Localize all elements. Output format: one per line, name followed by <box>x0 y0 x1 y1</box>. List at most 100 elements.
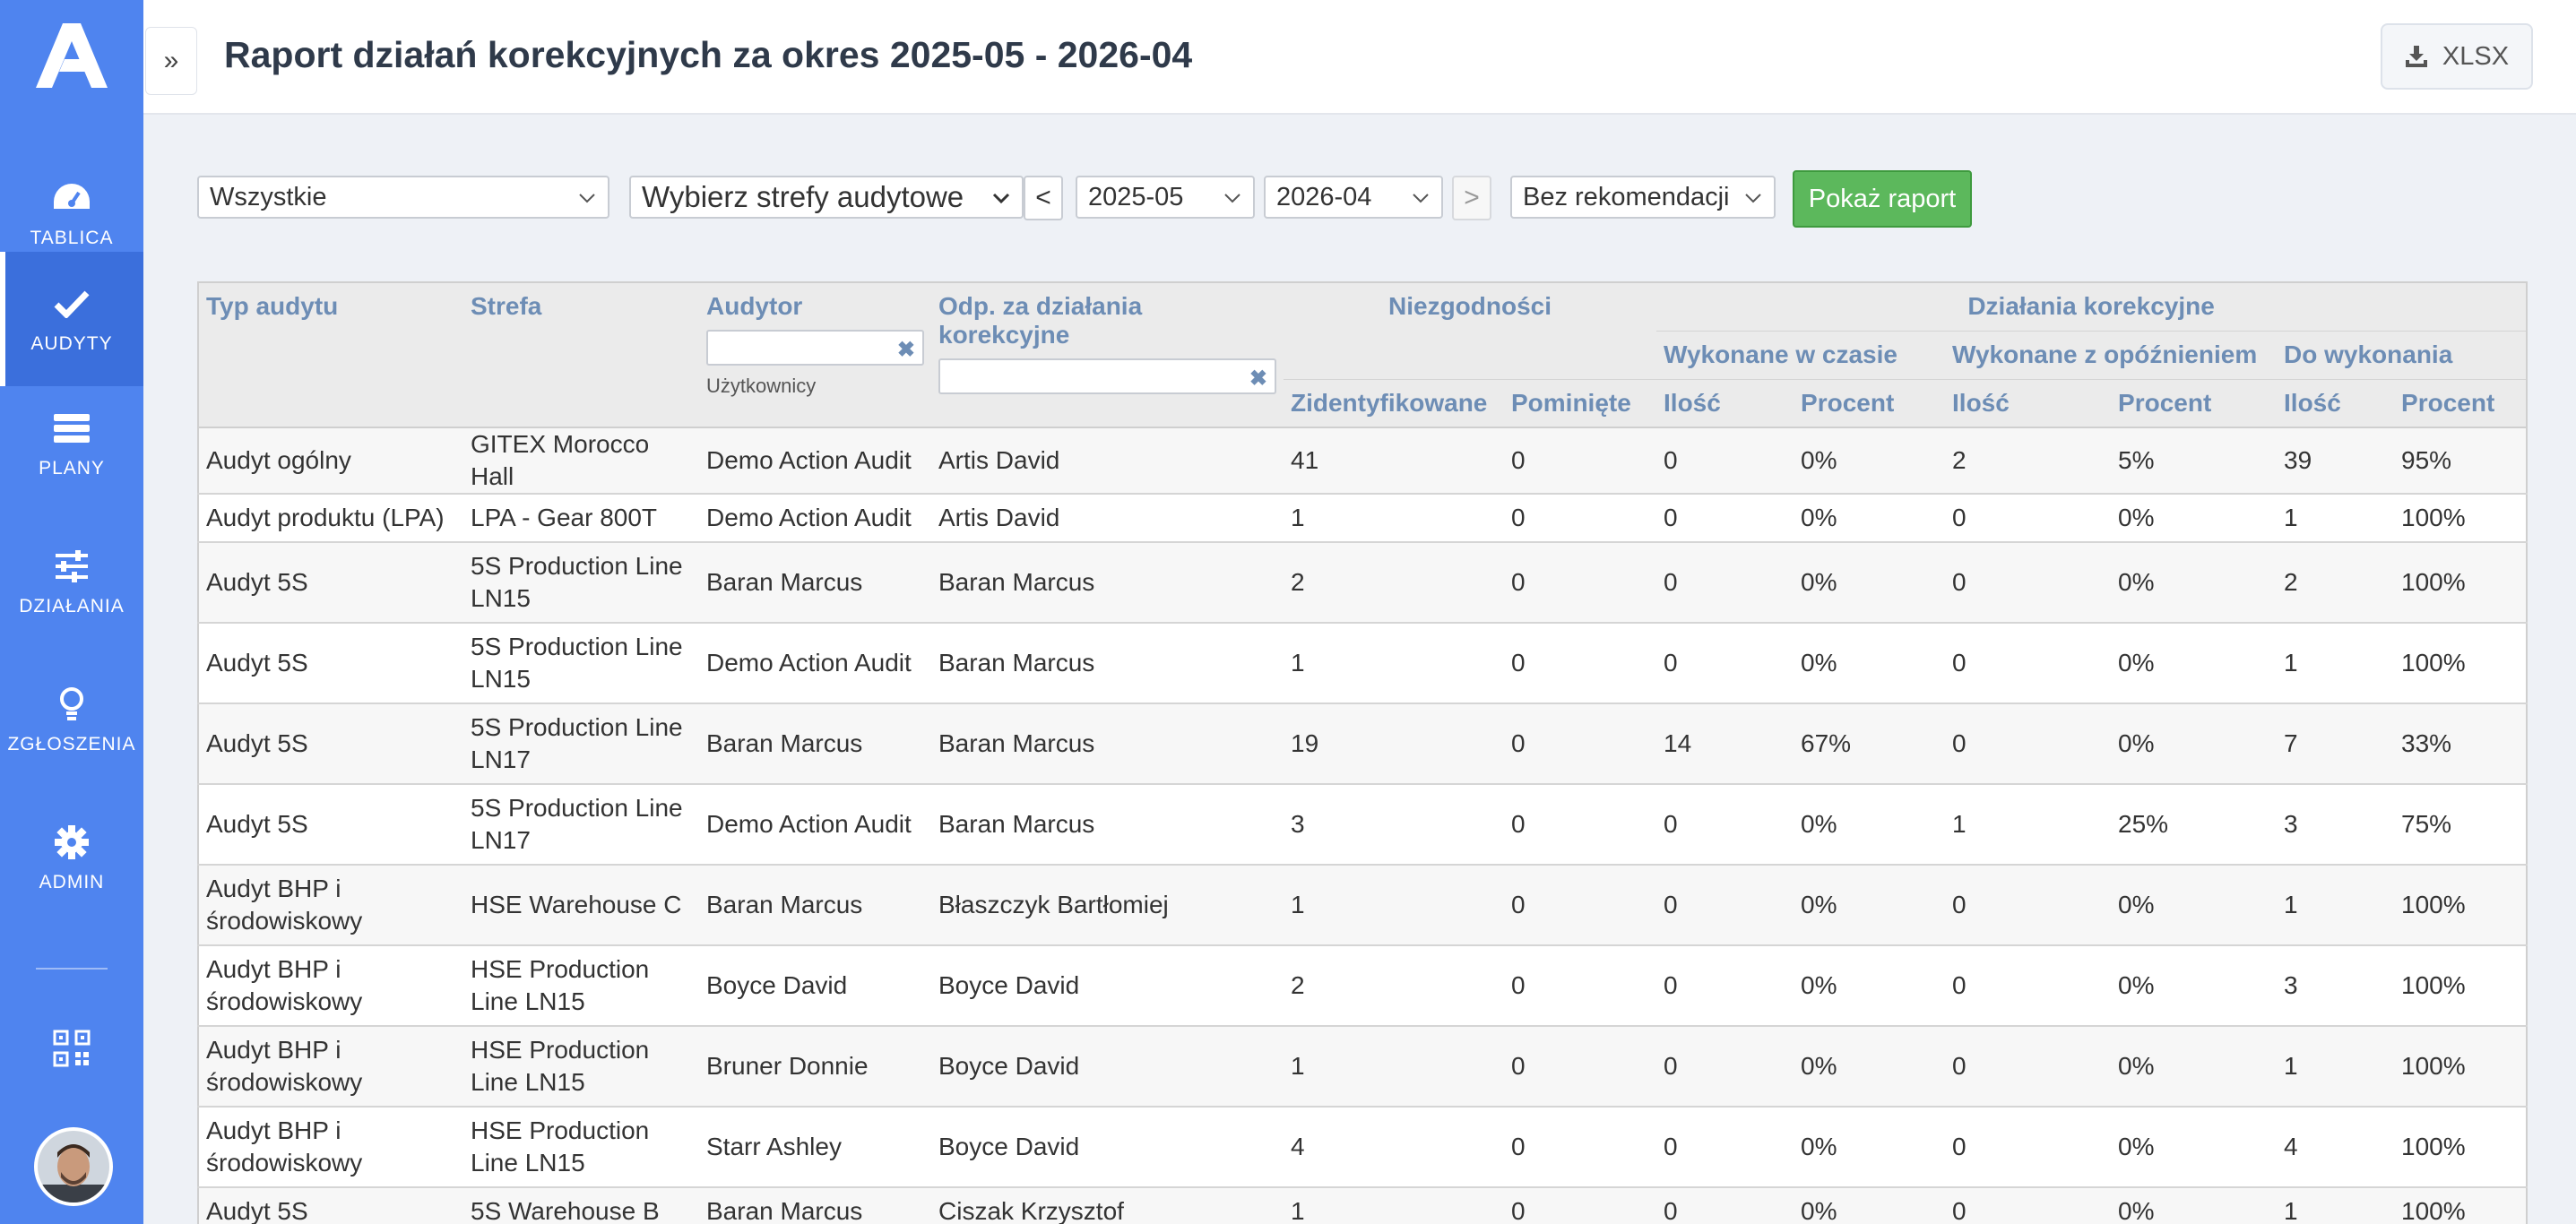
nav-item-plany[interactable]: PLANY <box>0 376 143 511</box>
avatar[interactable] <box>34 1127 113 1206</box>
sidebar: TABLICA AUDYTY PLANY DZIAŁANIA ZGŁOSZENI… <box>0 0 143 1224</box>
show-report-button[interactable]: Pokaż raport <box>1793 170 1972 228</box>
date-from-select[interactable]: 2025-05 <box>1076 176 1255 219</box>
clear-icon[interactable]: ✖ <box>897 337 915 363</box>
auditor-filter-input[interactable]: ✖ <box>706 330 924 366</box>
header-responsible-label[interactable]: Odp. za działania korekcyjne <box>938 292 1142 349</box>
cell-audit-type: Audyt BHP i środowiskowy <box>198 945 463 1027</box>
lightbulb-icon <box>51 684 92 725</box>
cell-todo-qty: 1 <box>2277 1026 2395 1108</box>
header-on-time-qty[interactable]: Ilość <box>1656 379 1794 428</box>
table-row: Audyt 5S 5S Production Line LN15 Baran M… <box>198 542 2528 624</box>
table-row: Audyt BHP i środowiskowy HSE Production … <box>198 945 2528 1027</box>
cell-on-time-qty: 0 <box>1656 494 1794 543</box>
cell-delayed-qty: 0 <box>1945 494 2112 543</box>
recommendation-select[interactable]: Bez rekomendacji <box>1510 176 1776 219</box>
header-delayed-pct[interactable]: Procent <box>2111 379 2278 428</box>
cell-zone: HSE Production Line LN15 <box>463 945 699 1027</box>
cell-todo-pct: 33% <box>2394 703 2528 785</box>
cell-todo-pct: 100% <box>2394 623 2528 704</box>
header-audit-type[interactable]: Typ audytu <box>198 282 463 428</box>
cell-on-time-pct: 67% <box>1794 703 1946 785</box>
cell-delayed-pct: 25% <box>2111 784 2278 866</box>
cell-audit-type: Audyt 5S <box>198 623 463 704</box>
gear-icon <box>51 822 92 863</box>
sidebar-toggle-button[interactable]: » <box>145 27 197 95</box>
clear-icon[interactable]: ✖ <box>1249 366 1267 392</box>
next-period-button[interactable]: > <box>1452 176 1491 220</box>
header-on-time-pct[interactable]: Procent <box>1794 379 1946 428</box>
cell-todo-qty: 4 <box>2277 1107 2395 1188</box>
cell-zone: LPA - Gear 800T <box>463 494 699 543</box>
nav-label: ZGŁOSZENIA <box>7 734 136 754</box>
audit-zones-select[interactable]: Wybierz strefy audytowe <box>629 176 1024 219</box>
cell-responsible: Baran Marcus <box>931 784 1284 866</box>
header-auditor-label[interactable]: Audytor <box>706 292 802 320</box>
responsible-filter-input[interactable]: ✖ <box>938 358 1276 394</box>
cell-skipped: 0 <box>1504 703 1657 785</box>
cell-responsible: Boyce David <box>931 945 1284 1027</box>
cell-audit-type: Audyt produktu (LPA) <box>198 494 463 543</box>
cell-delayed-pct: 0% <box>2111 623 2278 704</box>
cell-delayed-qty: 0 <box>1945 1026 2112 1108</box>
nav-item-dzialania[interactable]: DZIAŁANIA <box>0 514 143 649</box>
cell-on-time-qty: 0 <box>1656 1107 1794 1188</box>
nav-item-zgloszenia[interactable]: ZGŁOSZENIA <box>0 652 143 787</box>
cell-auditor: Baran Marcus <box>699 542 931 624</box>
cell-delayed-pct: 5% <box>2111 427 2278 495</box>
export-xlsx-button[interactable]: XLSX <box>2381 23 2533 90</box>
cell-todo-pct: 100% <box>2394 945 2528 1027</box>
table-row: Audyt 5S 5S Production Line LN15 Demo Ac… <box>198 623 2528 704</box>
cell-zone: GITEX Morocco Hall <box>463 427 699 495</box>
cell-delayed-qty: 0 <box>1945 1107 2112 1188</box>
cell-todo-qty: 3 <box>2277 945 2395 1027</box>
cell-audit-type: Audyt BHP i środowiskowy <box>198 865 463 946</box>
cell-on-time-qty: 0 <box>1656 784 1794 866</box>
header-identified[interactable]: Zidentyfikowane <box>1284 379 1504 428</box>
header-todo-qty[interactable]: Ilość <box>2277 379 2395 428</box>
nav-item-admin[interactable]: ADMIN <box>0 790 143 925</box>
cell-todo-qty: 39 <box>2277 427 2395 495</box>
nav-item-audyty[interactable]: AUDYTY <box>0 252 143 386</box>
date-to-select[interactable]: 2026-04 <box>1264 176 1443 219</box>
cell-skipped: 0 <box>1504 542 1657 624</box>
list-icon <box>51 408 92 449</box>
cell-identified: 2 <box>1284 945 1504 1027</box>
cell-on-time-pct: 0% <box>1794 1107 1946 1188</box>
nav-label: TABLICA <box>30 228 114 248</box>
cell-skipped: 0 <box>1504 623 1657 704</box>
cell-identified: 4 <box>1284 1107 1504 1188</box>
header-todo-pct[interactable]: Procent <box>2394 379 2528 428</box>
cell-responsible: Baran Marcus <box>931 703 1284 785</box>
cell-audit-type: Audyt BHP i środowiskowy <box>198 1026 463 1108</box>
checkmark-icon <box>51 283 92 324</box>
cell-delayed-qty: 1 <box>1945 784 2112 866</box>
audit-type-select[interactable]: Wszystkie <box>197 176 609 219</box>
cell-identified: 3 <box>1284 784 1504 866</box>
audit-zones-value: Wybierz strefy audytowe <box>642 180 964 213</box>
app-logo[interactable] <box>36 23 108 88</box>
cell-responsible: Błaszczyk Bartłomiej <box>931 865 1284 946</box>
header-delayed-qty[interactable]: Ilość <box>1945 379 2112 428</box>
cell-zone: 5S Production Line LN15 <box>463 623 699 704</box>
chevron-down-icon <box>992 193 1010 204</box>
cell-responsible: Baran Marcus <box>931 542 1284 624</box>
cell-todo-qty: 7 <box>2277 703 2395 785</box>
cell-on-time-pct: 0% <box>1794 623 1946 704</box>
cell-responsible: Artis David <box>931 427 1284 495</box>
header-nonconformities: Niezgodności <box>1284 282 1657 380</box>
qr-code-icon[interactable] <box>52 1029 91 1068</box>
table-row: Audyt 5S 5S Production Line LN17 Demo Ac… <box>198 784 2528 866</box>
chevron-down-icon <box>1224 194 1240 203</box>
header-zone[interactable]: Strefa <box>463 282 699 428</box>
cell-todo-pct: 100% <box>2394 494 2528 543</box>
cell-audit-type: Audyt 5S <box>198 1187 463 1224</box>
cell-identified: 1 <box>1284 494 1504 543</box>
cell-delayed-qty: 0 <box>1945 865 2112 946</box>
header-skipped[interactable]: Pominięte <box>1504 379 1657 428</box>
cell-todo-pct: 100% <box>2394 1107 2528 1188</box>
cell-on-time-qty: 0 <box>1656 1026 1794 1108</box>
cell-delayed-qty: 0 <box>1945 945 2112 1027</box>
previous-period-button[interactable]: < <box>1024 176 1063 220</box>
cell-delayed-pct: 0% <box>2111 945 2278 1027</box>
